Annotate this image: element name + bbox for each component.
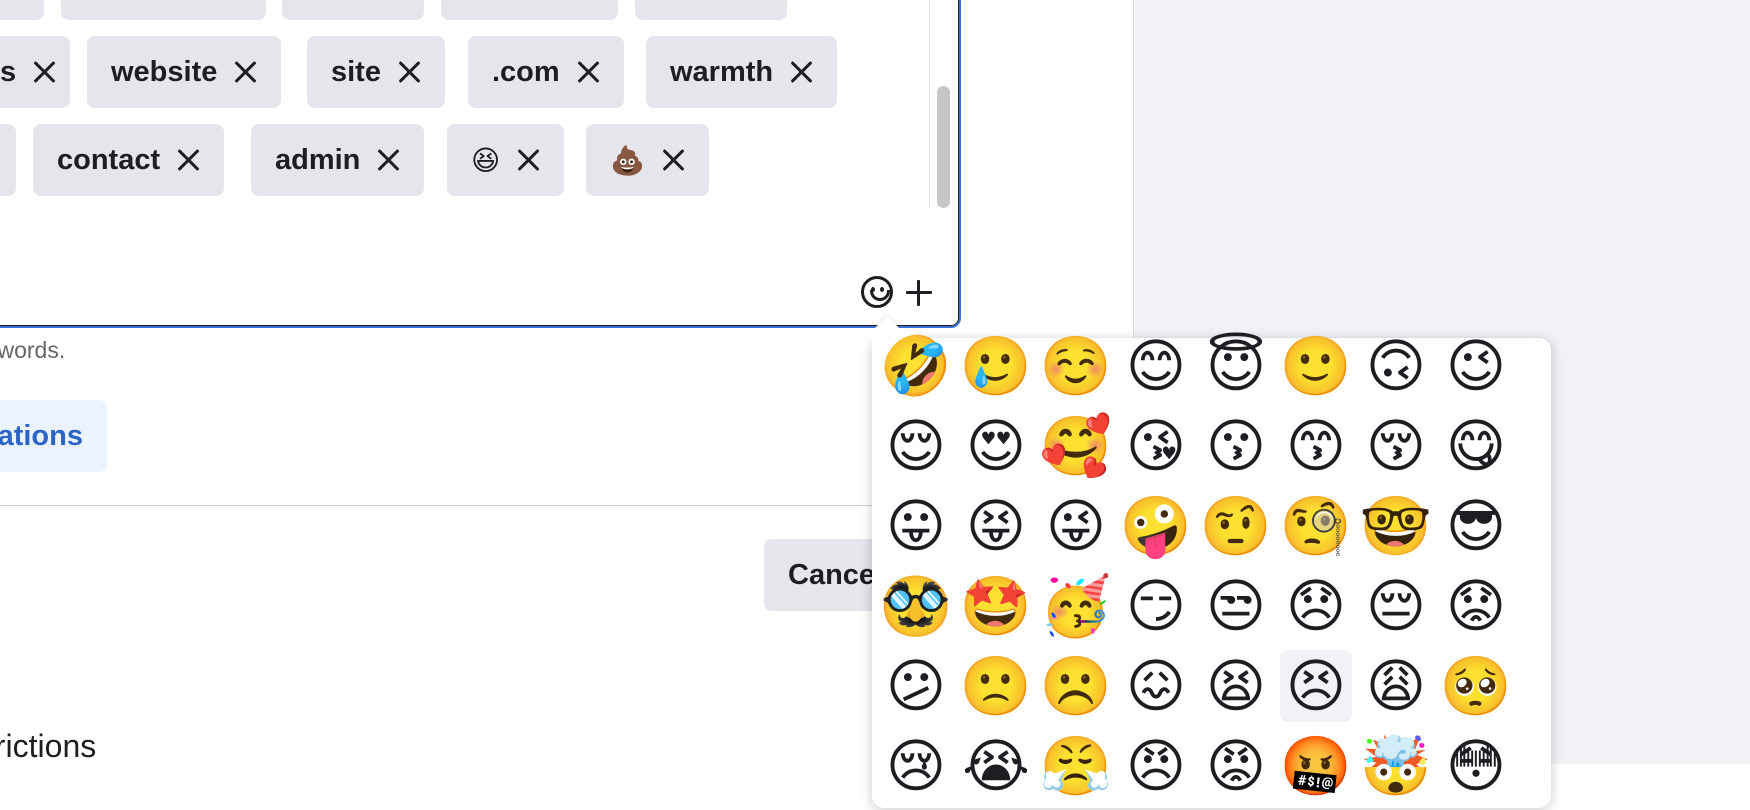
plus-icon[interactable] [905,279,933,307]
keyword-chip[interactable] [635,0,787,20]
emoji-option[interactable]: 🧐 [1280,490,1352,562]
emoji-option[interactable]: 🥰 [1040,410,1112,482]
emoji-option[interactable]: 😋 [1440,410,1512,482]
emoji-option[interactable]: ☹️ [1040,650,1112,722]
emoji-option[interactable]: ☺️ [1040,330,1112,402]
emoji-option[interactable]: 😗 [1200,410,1272,482]
keyword-chip[interactable]: site [307,36,445,108]
keyword-chip[interactable] [441,0,618,20]
emoji-option[interactable]: 😙 [1280,410,1352,482]
emoji-option[interactable]: 🤪 [1120,490,1192,562]
emoji-option[interactable]: 😌 [880,410,952,482]
emoji-option[interactable]: 😠 [1120,730,1192,802]
smiley-icon[interactable] [861,276,893,308]
close-icon[interactable] [376,148,400,172]
emoji-option[interactable]: 😭 [960,730,1032,802]
emoji-option[interactable]: 😘 [1120,410,1192,482]
helper-text: ywords. [0,337,66,363]
close-icon[interactable] [661,148,685,172]
keyword-chip[interactable]: admin [251,124,425,196]
emoji-option[interactable]: 😤 [1040,730,1112,802]
emoji-option[interactable]: 😫 [1200,650,1272,722]
emoji-grid: 🤣 🥲 ☺️ 😊 😇 🙂 🙃 😉 😌 😍 🥰 😘 😗 😙 😚 😋 😛 😝 😜 🤪 🤨 🧐 🤓 😎 🥸 🤩 🥳 😏 😒 😞 😔 😟 😕 🙁 ☹️ 😖 😫 😣… [880,330,1520,810]
emoji-option[interactable]: 😞 [1280,570,1352,642]
close-icon[interactable] [397,60,421,84]
close-icon[interactable] [789,60,813,84]
emoji-option[interactable]: 😊 [1120,330,1192,402]
emoji-option[interactable]: 😳 [1440,730,1512,802]
emoji-option[interactable]: 🥳 [1040,570,1112,642]
emoji-option[interactable]: 😎 [1440,490,1512,562]
emoji-option[interactable]: 😡 [1200,730,1272,802]
blue-action-button[interactable]: ations [0,400,107,472]
emoji-option[interactable]: 🤬 [1280,730,1352,802]
close-icon[interactable] [516,148,540,172]
close-icon[interactable] [576,60,600,84]
keyword-chip-label: contact [57,143,161,176]
emoji-option[interactable]: 😖 [1120,650,1192,722]
keyword-chip[interactable]: s [0,36,70,108]
keyword-chip[interactable] [0,124,16,196]
emoji-option[interactable]: 😩 [1360,650,1432,722]
keyword-chip-emoji: 💩 [610,144,645,176]
emoji-option[interactable]: 😇 [1200,330,1272,402]
emoji-option[interactable]: 🙂 [1280,330,1352,402]
emoji-option[interactable]: 😉 [1440,330,1512,402]
scroll-track [929,0,930,208]
keyword-chip-label: site [331,55,381,88]
emoji-option[interactable]: 🙃 [1360,330,1432,402]
emoji-option[interactable]: 😕 [880,650,952,722]
keyword-chip-label: website [111,55,218,88]
close-icon[interactable] [176,148,200,172]
keyword-chip[interactable] [282,0,424,20]
emoji-option[interactable]: 😍 [960,410,1032,482]
emoji-option[interactable]: 🙁 [960,650,1032,722]
emoji-option[interactable]: 🥲 [960,330,1032,402]
emoji-option[interactable]: 😒 [1200,570,1272,642]
emoji-option[interactable]: 🤣 [880,330,952,402]
keyword-chip[interactable] [0,0,44,20]
keyword-chip[interactable]: website [87,36,282,108]
emoji-option[interactable]: 😚 [1360,410,1432,482]
emoji-option[interactable]: 😏 [1120,570,1192,642]
close-icon[interactable] [32,60,46,84]
emoji-option[interactable]: 🤩 [960,570,1032,642]
keyword-chip[interactable]: warmth [646,36,838,108]
keyword-chip-emoji: 😆 [471,144,501,176]
keyword-chip[interactable]: 💩 [586,124,709,196]
keyword-chip-label: .com [492,55,560,88]
keyword-chip[interactable]: .com [468,36,624,108]
keyword-chip[interactable]: contact [33,124,225,196]
emoji-option[interactable]: 😔 [1360,570,1432,642]
emoji-option[interactable]: 😟 [1440,570,1512,642]
emoji-option[interactable]: 😢 [880,730,952,802]
emoji-option[interactable]: 🤨 [1200,490,1272,562]
keyword-chip-label: admin [275,143,361,176]
emoji-option[interactable]: 😣 [1280,650,1352,722]
emoji-option[interactable]: 😜 [1040,490,1112,562]
close-icon[interactable] [233,60,257,84]
emoji-option[interactable]: 🤯 [1360,730,1432,802]
keyword-chip-label: s [0,55,17,88]
section-heading: trictions [0,728,97,764]
keyword-chip-label: warmth [670,55,774,88]
emoji-option[interactable]: 😝 [960,490,1032,562]
emoji-option[interactable]: 🥺 [1440,650,1512,722]
keyword-chip[interactable]: 😆 [447,124,565,196]
emoji-option[interactable]: 😛 [880,490,952,562]
section-divider [0,505,880,506]
emoji-option[interactable]: 🥸 [880,570,952,642]
keyword-chip[interactable] [61,0,266,20]
scrollbar-thumb[interactable] [937,86,950,208]
emoji-option[interactable]: 🤓 [1360,490,1432,562]
